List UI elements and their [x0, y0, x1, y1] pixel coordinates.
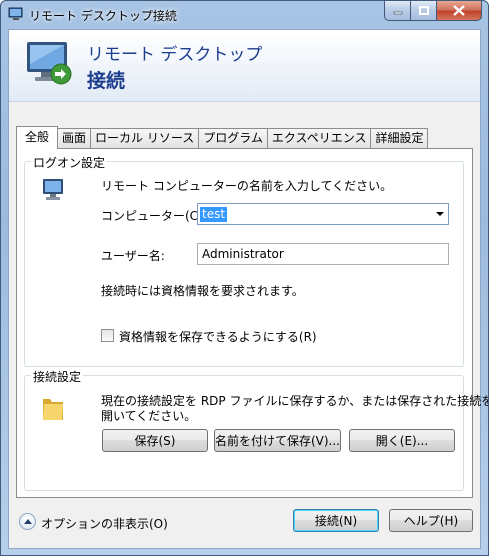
- dialog-footer: オプションの非表示(O) 接続(N) ヘルプ(H): [9, 500, 480, 548]
- logon-settings-label: ログオン設定: [31, 154, 108, 171]
- save-as-button[interactable]: 名前を付けて保存(V)...: [214, 429, 341, 452]
- general-tab-panel: ログオン設定 リモート コンピューターの名前を入力してください。 コンピューター…: [16, 148, 488, 498]
- hide-options-link[interactable]: オプションの非表示(O): [41, 515, 168, 532]
- computer-value[interactable]: test: [200, 207, 228, 222]
- tab-experience[interactable]: エクスペリエンス: [266, 128, 372, 148]
- remote-desktop-icon: [8, 7, 23, 20]
- computer-icon: [43, 179, 63, 200]
- rdp-window: リモート デスクトップ接続 リモート デスクトップ 接続 全般 画面 ローカル …: [0, 0, 489, 556]
- connect-button[interactable]: 接続(N): [293, 509, 379, 532]
- collapse-options-icon[interactable]: [19, 513, 36, 530]
- save-credentials-checkbox[interactable]: [101, 329, 114, 342]
- maximize-button[interactable]: [411, 1, 437, 21]
- window-title: リモート デスクトップ接続: [29, 9, 177, 23]
- maximize-icon: [418, 5, 429, 15]
- username-field[interactable]: Administrator: [197, 243, 449, 265]
- help-button[interactable]: ヘルプ(H): [389, 509, 473, 532]
- logon-settings-group: ログオン設定 リモート コンピューターの名前を入力してください。 コンピューター…: [24, 154, 464, 367]
- tab-advanced[interactable]: 詳細設定: [370, 128, 429, 148]
- banner-title-line2: 接続: [87, 70, 126, 92]
- tab-programs[interactable]: プログラム: [198, 128, 268, 148]
- close-button[interactable]: [437, 1, 482, 21]
- tab-display[interactable]: 画面: [57, 128, 92, 148]
- connection-settings-group: 接続設定 現在の接続設定を RDP ファイルに保存するか、または保存された接続を…: [24, 368, 488, 491]
- computer-combobox[interactable]: test: [197, 203, 449, 225]
- open-button[interactable]: 開く(E)...: [349, 429, 455, 452]
- connection-settings-label: 接続設定: [31, 368, 84, 385]
- client-area: リモート デスクトップ 接続 全般 画面 ローカル リソース プログラム エクス…: [8, 29, 488, 549]
- username-label: ユーザー名:: [101, 249, 165, 263]
- minimize-button[interactable]: [384, 1, 411, 21]
- banner-title-line1: リモート デスクトップ: [87, 45, 263, 65]
- header-banner: リモート デスクトップ 接続: [9, 30, 480, 102]
- computer-label: コンピューター(C):: [101, 209, 207, 223]
- computer-name-instruction: リモート コンピューターの名前を入力してください。: [101, 179, 393, 193]
- tab-strip: 全般 画面 ローカル リソース プログラム エクスペリエンス 詳細設定: [16, 126, 429, 149]
- tab-general[interactable]: 全般: [16, 126, 59, 149]
- close-icon: [453, 5, 465, 16]
- tab-local-resources[interactable]: ローカル リソース: [90, 128, 200, 148]
- title-bar[interactable]: リモート デスクトップ接続: [1, 1, 488, 29]
- remote-desktop-monitor-icon: [27, 42, 72, 85]
- folder-icon: [43, 399, 63, 420]
- save-credentials-label[interactable]: 資格情報を保存できるようにする(R): [119, 328, 317, 345]
- dropdown-arrow-icon[interactable]: [436, 212, 444, 216]
- minimize-icon: [393, 11, 402, 14]
- caption-buttons: [384, 1, 482, 21]
- credential-note: 接続時には資格情報を要求されます。: [101, 284, 304, 298]
- save-button[interactable]: 保存(S): [102, 429, 208, 452]
- connection-description-line2: 開いてください。: [101, 409, 197, 423]
